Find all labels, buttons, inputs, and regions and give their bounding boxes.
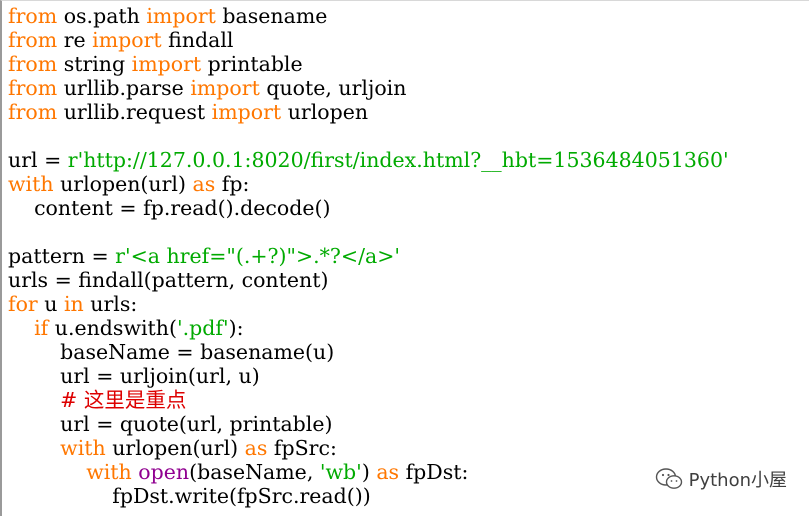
code-line[interactable]: pattern = r'<a href="(.+?)">.*?</a>': [8, 244, 729, 268]
code-line[interactable]: [8, 220, 729, 244]
code-token: fpSrc:: [267, 436, 337, 460]
keyword-token: from: [8, 100, 58, 124]
comment-token: # 这里是重点: [60, 388, 187, 412]
code-line[interactable]: with urlopen(url) as fp:: [8, 172, 729, 196]
keyword-token: with: [86, 460, 132, 484]
keyword-token: import: [146, 4, 216, 28]
wechat-icon: [655, 468, 682, 489]
keyword-token: as: [376, 460, 400, 484]
code-token: u: [37, 292, 64, 316]
code-token: basename: [215, 4, 328, 28]
code-token: url =: [8, 148, 68, 172]
code-token: urls:: [83, 292, 138, 316]
code-line[interactable]: # 这里是重点: [8, 388, 729, 412]
code-token: fpDst:: [399, 460, 469, 484]
code-line[interactable]: if u.endswith('.pdf'):: [8, 316, 729, 340]
code-token: url = quote(url, printable): [8, 412, 333, 436]
code-line[interactable]: from os.path import basename: [8, 4, 729, 28]
code-token: urls = findall(pattern, content): [8, 268, 329, 292]
code-line[interactable]: urls = findall(pattern, content): [8, 268, 729, 292]
keyword-token: from: [8, 76, 58, 100]
code-token: content = fp.read().decode(): [8, 196, 331, 220]
code-token: pattern =: [8, 244, 116, 268]
keyword-token: import: [211, 100, 282, 124]
code-line[interactable]: for u in urls:: [8, 292, 729, 316]
code-token: os.path: [57, 4, 147, 28]
code-token: u.endswith(: [48, 316, 177, 340]
code-token: urlopen(url): [105, 436, 245, 460]
keyword-token: import: [190, 76, 260, 100]
string-token: r'http://127.0.0.1:8020/first/index.html…: [67, 148, 729, 172]
watermark: Python小屋: [655, 466, 787, 492]
keyword-token: with: [60, 436, 106, 460]
code-token: urllib.parse: [57, 76, 191, 100]
code-token: baseName = basename(u): [8, 340, 335, 364]
keyword-token: as: [244, 436, 268, 460]
keyword-token: with: [8, 172, 54, 196]
string-token: 'wb': [319, 460, 362, 484]
keyword-token: import: [92, 28, 162, 52]
code-token: string: [57, 52, 132, 76]
code-line[interactable]: content = fp.read().decode(): [8, 196, 729, 220]
code-token: printable: [201, 52, 303, 76]
code-line[interactable]: fpDst.write(fpSrc.read()): [8, 484, 729, 508]
keyword-token: in: [63, 292, 84, 316]
code-token: fp:: [215, 172, 250, 196]
code-line[interactable]: from string import printable: [8, 52, 729, 76]
code-line[interactable]: url = urljoin(url, u): [8, 364, 729, 388]
code-token: ): [361, 460, 377, 484]
code-line[interactable]: baseName = basename(u): [8, 340, 729, 364]
keyword-token: from: [8, 28, 58, 52]
string-token: '.pdf': [177, 316, 229, 340]
code-line[interactable]: from urllib.request import urlopen: [8, 100, 729, 124]
keyword-token: if: [34, 316, 49, 340]
code-line[interactable]: url = quote(url, printable): [8, 412, 729, 436]
watermark-text: Python小屋: [688, 470, 787, 491]
code-token: (baseName,: [189, 460, 320, 484]
code-area[interactable]: from os.path import basename from re impo…: [8, 4, 729, 508]
code-token: url = urljoin(url, u): [8, 364, 260, 388]
code-token: re: [57, 28, 93, 52]
code-token: quote, urljoin: [259, 76, 407, 100]
builtin-token: open: [138, 460, 190, 484]
code-token: findall: [161, 28, 234, 52]
keyword-token: import: [131, 52, 202, 76]
code-token: ):: [228, 316, 244, 340]
code-line[interactable]: from re import findall: [8, 28, 729, 52]
code-line[interactable]: [8, 124, 729, 148]
string-token: r'<a href="(.+?)">.*?</a>': [115, 244, 401, 268]
code-token: urlopen: [281, 100, 369, 124]
keyword-token: from: [8, 52, 58, 76]
code-token: urlopen(url): [53, 172, 193, 196]
code-line[interactable]: url = r'http://127.0.0.1:8020/first/inde…: [8, 148, 729, 172]
code-token: urllib.request: [57, 100, 212, 124]
code-line[interactable]: with open(baseName, 'wb') as fpDst:: [8, 460, 729, 484]
code-token: fpDst.write(fpSrc.read()): [8, 484, 371, 508]
code-editor[interactable]: from os.path import basename from re impo…: [0, 0, 809, 516]
code-line[interactable]: with urlopen(url) as fpSrc:: [8, 436, 729, 460]
code-line[interactable]: from urllib.parse import quote, urljoin: [8, 76, 729, 100]
keyword-token: as: [192, 172, 216, 196]
keyword-token: for: [8, 292, 38, 316]
keyword-token: from: [8, 4, 58, 28]
